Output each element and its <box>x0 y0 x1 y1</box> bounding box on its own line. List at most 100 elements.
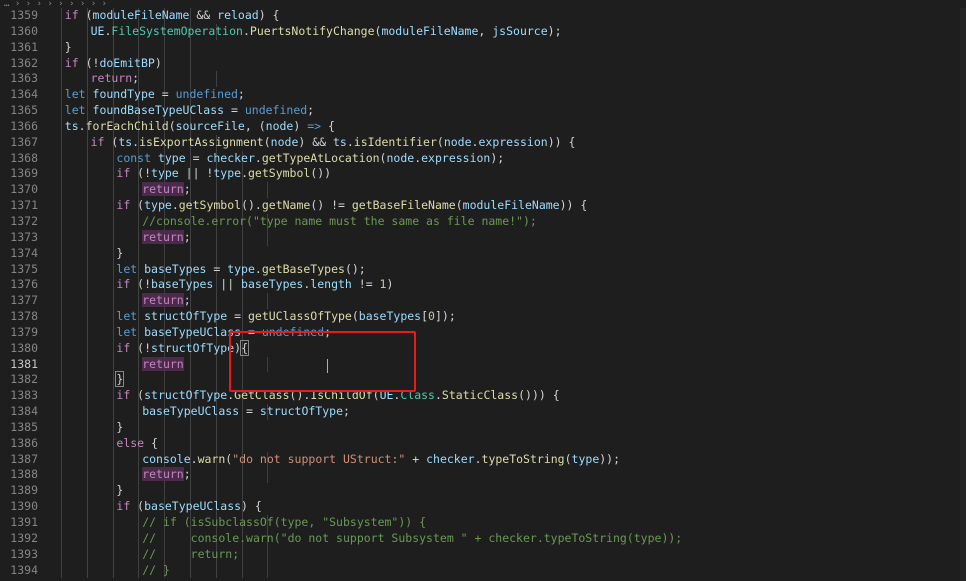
code-token: ( <box>78 8 93 22</box>
code-token: ts <box>64 118 79 133</box>
code-line[interactable]: 1387 console.warn("do not support UStruct… <box>0 451 966 468</box>
indent-guide <box>112 404 114 420</box>
line-number: 1390 <box>10 499 38 514</box>
indent-guide <box>61 372 62 389</box>
indent-guide <box>164 245 166 262</box>
line-number: 1363 <box>10 71 38 86</box>
vertical-scrollbar[interactable] <box>960 8 966 581</box>
code-token: node <box>443 134 472 149</box>
code-token: if <box>116 277 131 292</box>
code-line[interactable]: 1377 return; <box>0 293 966 310</box>
code-line[interactable]: 1386 else { <box>0 435 966 452</box>
indent-guide <box>86 435 88 452</box>
code-line[interactable]: 1379 let baseTypeUClass = undefined; <box>0 324 966 341</box>
code-line[interactable]: 1385} <box>0 419 966 436</box>
code-token: structOfType <box>144 388 228 403</box>
code-token: = <box>224 103 245 118</box>
code-token: node <box>265 118 294 133</box>
indent-guide <box>267 182 269 199</box>
indent-guide <box>190 562 191 579</box>
code-text: let baseTypes = type.getBaseTypes(); <box>116 262 365 278</box>
code-token: } <box>116 483 124 498</box>
indent-guide <box>215 467 217 484</box>
code-line[interactable]: 1381 return <box>0 356 966 373</box>
code-line[interactable]: 1363 return; <box>0 71 966 88</box>
breadcrumb[interactable]: … › › › › › › › › › <box>0 0 966 8</box>
indent-guide <box>112 356 114 373</box>
text-cursor <box>327 359 328 373</box>
code-line[interactable]: 1393 // return; <box>0 546 966 563</box>
code-line[interactable]: 1384 baseTypeUClass = structOfType; <box>0 404 966 420</box>
indent-guide <box>138 372 140 389</box>
code-token: reload <box>217 8 259 22</box>
line-number: 1374 <box>10 245 38 260</box>
line-number: 1379 <box>10 324 38 339</box>
code-line[interactable]: 1365 let foundBaseTypeUClass = undefined; <box>0 103 966 119</box>
code-token: ( <box>455 198 463 213</box>
code-token: ); <box>547 23 562 38</box>
code-token: let <box>64 87 86 102</box>
indent-guide <box>86 150 88 167</box>
code-token: baseTypeUClass <box>144 499 242 514</box>
code-text: let foundBaseTypeUClass = undefined; <box>65 103 314 119</box>
indent-guide <box>86 324 88 341</box>
code-line[interactable]: 1360 UE.FileSystemOperation.PuertsNotifyC… <box>0 23 966 40</box>
code-token: getSymbol <box>248 166 311 181</box>
code-editor[interactable]: 1359 if (moduleFileName && reload) {1360 U… <box>0 8 966 581</box>
code-line[interactable]: 1390 if (baseTypeUClass) { <box>0 499 966 515</box>
code-text: else { <box>116 436 158 452</box>
code-token: . <box>346 134 354 149</box>
code-line[interactable]: 1391 // if (isSubclassOf(type, "Subsystem… <box>0 515 966 531</box>
code-line[interactable]: 1368 const type = checker.getTypeAtLocati… <box>0 150 966 167</box>
code-line[interactable]: 1374} <box>0 245 966 262</box>
code-line[interactable]: 1376 if (!baseTypes || baseTypes.length !… <box>0 277 966 294</box>
code-line[interactable]: 1364 let foundType = undefined; <box>0 87 966 104</box>
code-line[interactable]: 1370 return; <box>0 182 966 199</box>
code-line[interactable]: 1388 return; <box>0 467 966 484</box>
code-line[interactable]: 1378 let structOfType = getUClassOfType(b… <box>0 309 966 325</box>
indent-guide <box>112 182 114 199</box>
code-token: getName <box>261 198 311 213</box>
code-token: ts <box>118 134 133 149</box>
code-line[interactable]: 1367 if (ts.isExportAssignment(node) && t… <box>0 134 966 151</box>
code-token: if <box>116 198 131 213</box>
code-line[interactable]: 1394 // } <box>0 562 966 579</box>
code-token: ( <box>436 134 444 149</box>
code-line[interactable]: 1369 if (!type || !type.getSymbol()) <box>0 166 966 183</box>
code-line[interactable]: 1371 if (type.getSymbol().getName() != ge… <box>0 198 966 214</box>
code-line[interactable]: 1373 return; <box>0 229 966 246</box>
code-line[interactable]: 1383 if (structOfType.GetClass().IsChildO… <box>0 388 966 405</box>
indent-guide <box>112 499 114 515</box>
indent-guide <box>190 55 191 72</box>
indent-guide <box>215 483 217 500</box>
code-line[interactable]: 1382} <box>0 371 966 389</box>
code-line[interactable]: 1366 ts.forEachChild(sourceFile, (node) =… <box>0 118 966 135</box>
code-token: , ( <box>244 118 266 133</box>
indent-guide <box>112 451 114 468</box>
code-line[interactable]: 1361} <box>0 39 966 56</box>
line-number: 1373 <box>10 229 38 244</box>
indent-guide <box>267 562 269 579</box>
code-token: (! <box>78 55 100 70</box>
code-line[interactable]: 1362 if (!doEmitBP) <box>0 55 966 72</box>
code-text: if (!doEmitBP) <box>65 56 162 72</box>
code-token: undefined <box>261 324 325 339</box>
code-line[interactable]: 1372 //console.error("type name must the … <box>0 213 966 230</box>
code-line[interactable]: 1375 let baseTypes = type.getBaseTypes(); <box>0 261 966 278</box>
code-token: if <box>116 340 131 355</box>
code-line[interactable]: 1389} <box>0 483 966 500</box>
code-token: return <box>142 182 184 197</box>
indent-guide <box>267 546 269 563</box>
line-number: 1370 <box>10 182 38 197</box>
indent-guide <box>112 562 114 579</box>
code-line[interactable]: 1380 if (!structOfType){ <box>0 339 966 357</box>
indent-guide <box>61 419 62 436</box>
indent-guide <box>164 483 166 500</box>
code-token: return <box>142 356 184 371</box>
code-line[interactable]: 1392 // console.warn("do not support Subs… <box>0 530 966 547</box>
indent-guide <box>61 182 62 199</box>
indent-guide <box>190 435 191 452</box>
code-line[interactable]: 1359 if (moduleFileName && reload) { <box>0 8 966 24</box>
code-token: let <box>64 103 86 118</box>
code-token: . <box>254 261 262 276</box>
